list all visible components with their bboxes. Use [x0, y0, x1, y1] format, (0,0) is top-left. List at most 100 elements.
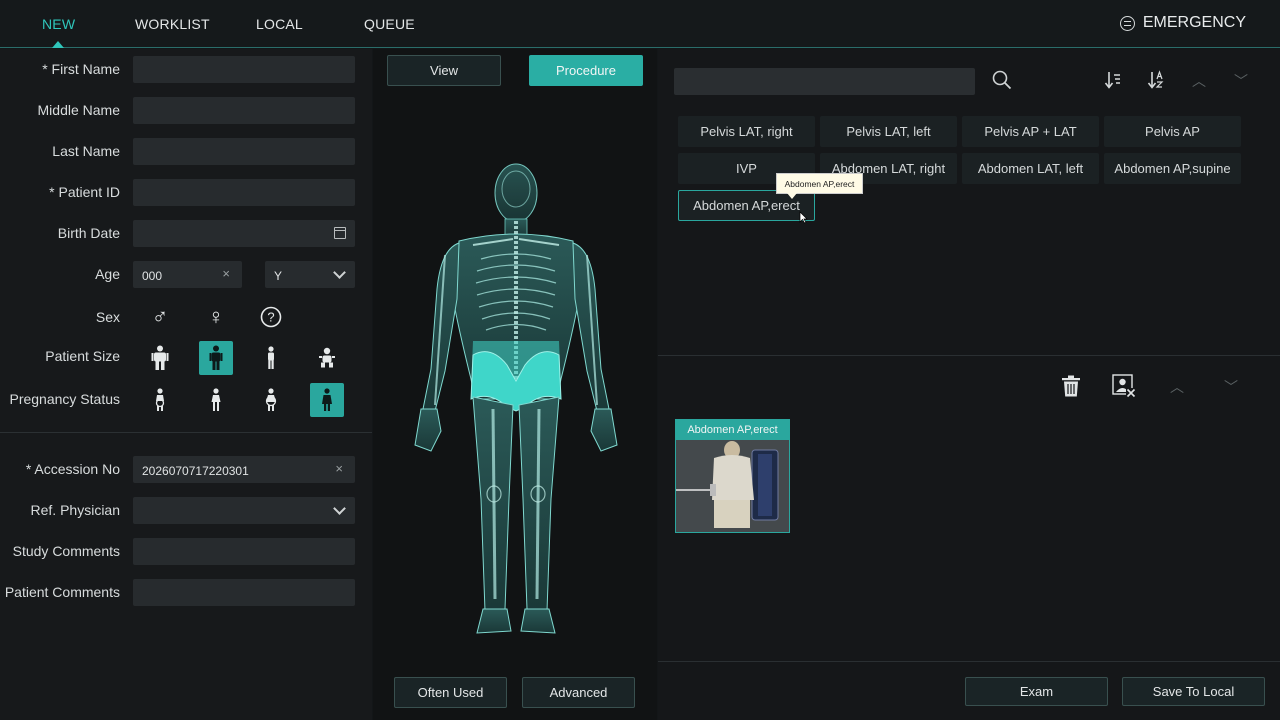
sex-female-button[interactable]: ♀ [199, 300, 233, 334]
patient-id-input[interactable] [133, 179, 355, 206]
first-name-input[interactable] [133, 56, 355, 83]
unknown-pregnancy-icon [322, 388, 332, 411]
procedure-item[interactable]: Abdomen LAT, left [962, 153, 1099, 184]
top-navigation: NEW WORKLIST LOCAL QUEUE EMERGENCY [0, 0, 1280, 48]
sex-male-button[interactable]: ♂ [143, 300, 177, 334]
move-up-icon[interactable]: ︿ [1170, 377, 1184, 397]
calendar-icon[interactable] [334, 227, 346, 239]
child-icon [319, 347, 335, 368]
procedure-item[interactable]: Pelvis AP + LAT [962, 116, 1099, 147]
protocol-preview-image [676, 440, 789, 532]
middle-name-input[interactable] [133, 97, 355, 124]
procedure-panel: ︿ ﹀ Pelvis LAT, right Pelvis LAT, left P… [658, 49, 1280, 720]
pregnancy-status-label: Pregnancy Status [9, 391, 120, 407]
accession-row: * Accession No 2026070717220301 × [0, 456, 372, 484]
unknown-icon: ? [260, 306, 282, 328]
adult-medium-icon [209, 345, 223, 370]
middle-name-label: Middle Name [37, 102, 120, 118]
tab-worklist[interactable]: WORKLIST [135, 16, 210, 32]
patient-comments-input[interactable] [133, 579, 355, 606]
often-used-button[interactable]: Often Used [394, 677, 507, 708]
panel-divider [658, 355, 1280, 356]
last-name-label: Last Name [52, 143, 120, 159]
accession-no-input[interactable]: 2026070717220301 × [133, 456, 355, 483]
pregnancy-unknown-button[interactable] [310, 383, 344, 417]
sort-descending-icon[interactable] [1104, 70, 1122, 90]
move-up-icon[interactable]: ︿ [1192, 71, 1206, 91]
age-row: Age 000 × Y [0, 261, 372, 289]
procedure-item[interactable]: Pelvis LAT, left [820, 116, 957, 147]
size-small-button[interactable] [254, 341, 288, 375]
chevron-down-icon [333, 266, 346, 279]
ref-physician-label: Ref. Physician [30, 502, 120, 518]
sex-unknown-button[interactable]: ? [254, 300, 288, 334]
clear-accession-icon[interactable]: × [335, 461, 343, 476]
last-name-input[interactable] [133, 138, 355, 165]
body-selector-panel: View Procedure Often Used Advanced [373, 49, 657, 720]
tab-new[interactable]: NEW [42, 16, 75, 32]
birth-date-input[interactable] [133, 220, 355, 247]
study-comments-label: Study Comments [12, 543, 120, 559]
first-name-label: * First Name [42, 61, 120, 77]
procedure-item[interactable]: Abdomen AP,supine [1104, 153, 1241, 184]
patient-id-label: * Patient ID [49, 184, 120, 200]
remove-patient-icon[interactable] [1112, 374, 1136, 398]
procedure-item[interactable]: Pelvis AP [1104, 116, 1241, 147]
age-value: 000 [142, 269, 163, 283]
sex-row: Sex [0, 304, 372, 332]
protocol-thumbnail-title: Abdomen AP,erect [676, 420, 789, 440]
last-name-row: Last Name [0, 138, 372, 166]
birth-date-label: Birth Date [57, 225, 120, 241]
anatomy-body-figure[interactable] [401, 159, 631, 639]
trash-icon[interactable] [1060, 375, 1082, 397]
accession-no-value: 2026070717220301 [142, 464, 249, 478]
patient-comments-row: Patient Comments [0, 579, 372, 607]
advanced-button[interactable]: Advanced [522, 677, 635, 708]
procedure-item[interactable]: Pelvis LAT, right [678, 116, 815, 147]
study-comments-input[interactable] [133, 538, 355, 565]
accession-no-label: * Accession No [25, 461, 120, 477]
move-down-icon[interactable]: ﹀ [1224, 377, 1238, 397]
form-divider [0, 432, 372, 433]
emergency-button[interactable]: EMERGENCY [1119, 14, 1246, 32]
pregnancy-no-button[interactable] [143, 383, 177, 417]
emergency-icon [1119, 15, 1135, 31]
save-to-local-button[interactable]: Save To Local [1122, 677, 1265, 706]
size-large-button[interactable] [143, 341, 177, 375]
patient-comments-label: Patient Comments [4, 584, 120, 600]
active-tab-indicator [52, 41, 64, 48]
clear-age-icon[interactable]: × [222, 266, 230, 281]
protocol-thumbnail[interactable]: Abdomen AP,erect [675, 419, 790, 533]
male-icon: ♂ [151, 304, 169, 329]
ref-physician-select[interactable] [133, 497, 355, 524]
patient-id-row: * Patient ID [0, 179, 372, 207]
sex-label: Sex [95, 309, 120, 325]
chevron-down-icon [333, 502, 346, 515]
pregnancy-possible-button[interactable] [199, 383, 233, 417]
view-button[interactable]: View [387, 55, 501, 86]
mouse-cursor-icon [799, 211, 808, 224]
age-label: Age [95, 266, 120, 282]
sort-alphabetical-icon[interactable] [1147, 70, 1165, 90]
tab-local[interactable]: LOCAL [256, 16, 303, 32]
search-icon[interactable] [992, 70, 1012, 90]
age-unit-select[interactable]: Y [265, 261, 355, 288]
footer-divider [658, 661, 1280, 662]
age-input[interactable]: 000 × [133, 261, 242, 288]
move-down-icon[interactable]: ﹀ [1234, 71, 1248, 91]
size-child-button[interactable] [310, 341, 344, 375]
adult-large-icon [151, 345, 169, 370]
procedure-button[interactable]: Procedure [529, 55, 643, 86]
exam-button[interactable]: Exam [965, 677, 1108, 706]
tab-queue[interactable]: QUEUE [364, 16, 415, 32]
birth-date-row: Birth Date [0, 220, 372, 248]
procedure-tooltip: Abdomen AP,erect [776, 173, 863, 199]
app-window: NEW WORKLIST LOCAL QUEUE EMERGENCY * Fir… [0, 0, 1280, 720]
ref-physician-row: Ref. Physician [0, 497, 372, 525]
size-medium-button[interactable] [199, 341, 233, 375]
pregnancy-yes-button[interactable] [254, 383, 288, 417]
first-name-row: * First Name [0, 56, 372, 84]
svg-text:?: ? [267, 310, 274, 325]
study-comments-row: Study Comments [0, 538, 372, 566]
procedure-search-input[interactable] [674, 68, 975, 95]
